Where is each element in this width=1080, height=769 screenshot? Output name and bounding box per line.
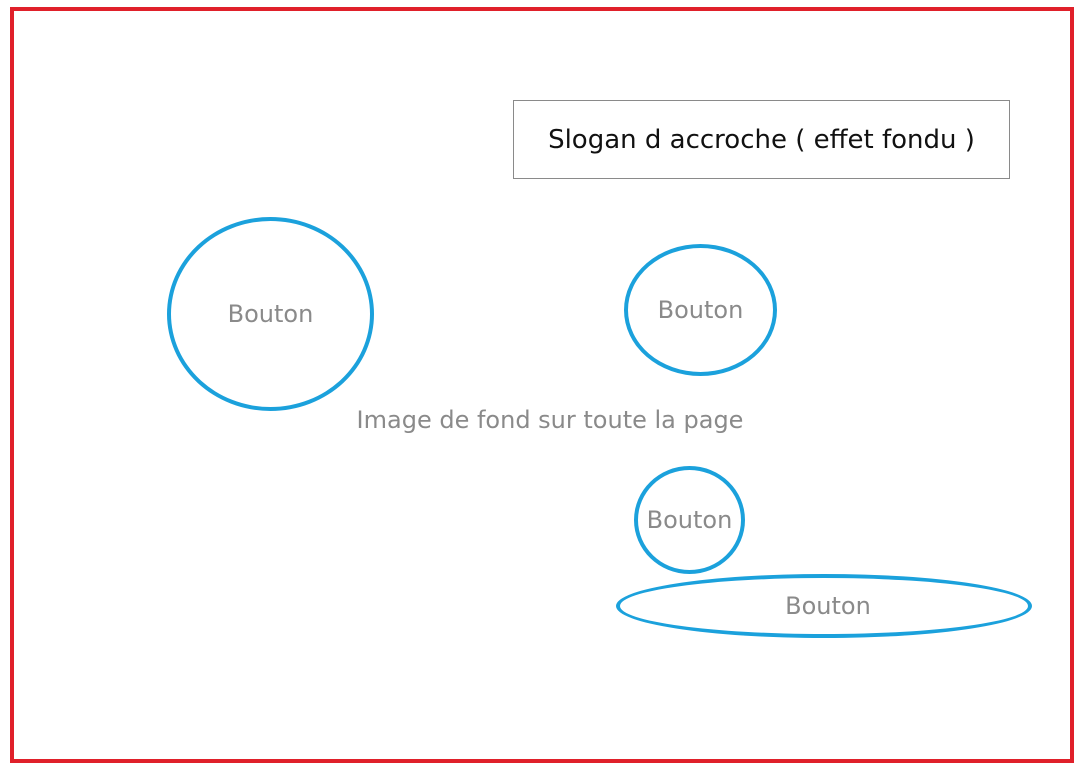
slogan-box: Slogan d accroche ( effet fondu )	[513, 100, 1010, 179]
background-image-label: Image de fond sur toute la page	[356, 406, 744, 434]
button-top-right[interactable]: Bouton	[624, 244, 777, 376]
page-mockup: Slogan d accroche ( effet fondu ) Bouton…	[0, 0, 1080, 769]
button-left[interactable]: Bouton	[167, 217, 374, 411]
button-middle-right[interactable]: Bouton	[634, 466, 745, 574]
button-wide-bottom[interactable]: Bouton	[616, 574, 1032, 638]
